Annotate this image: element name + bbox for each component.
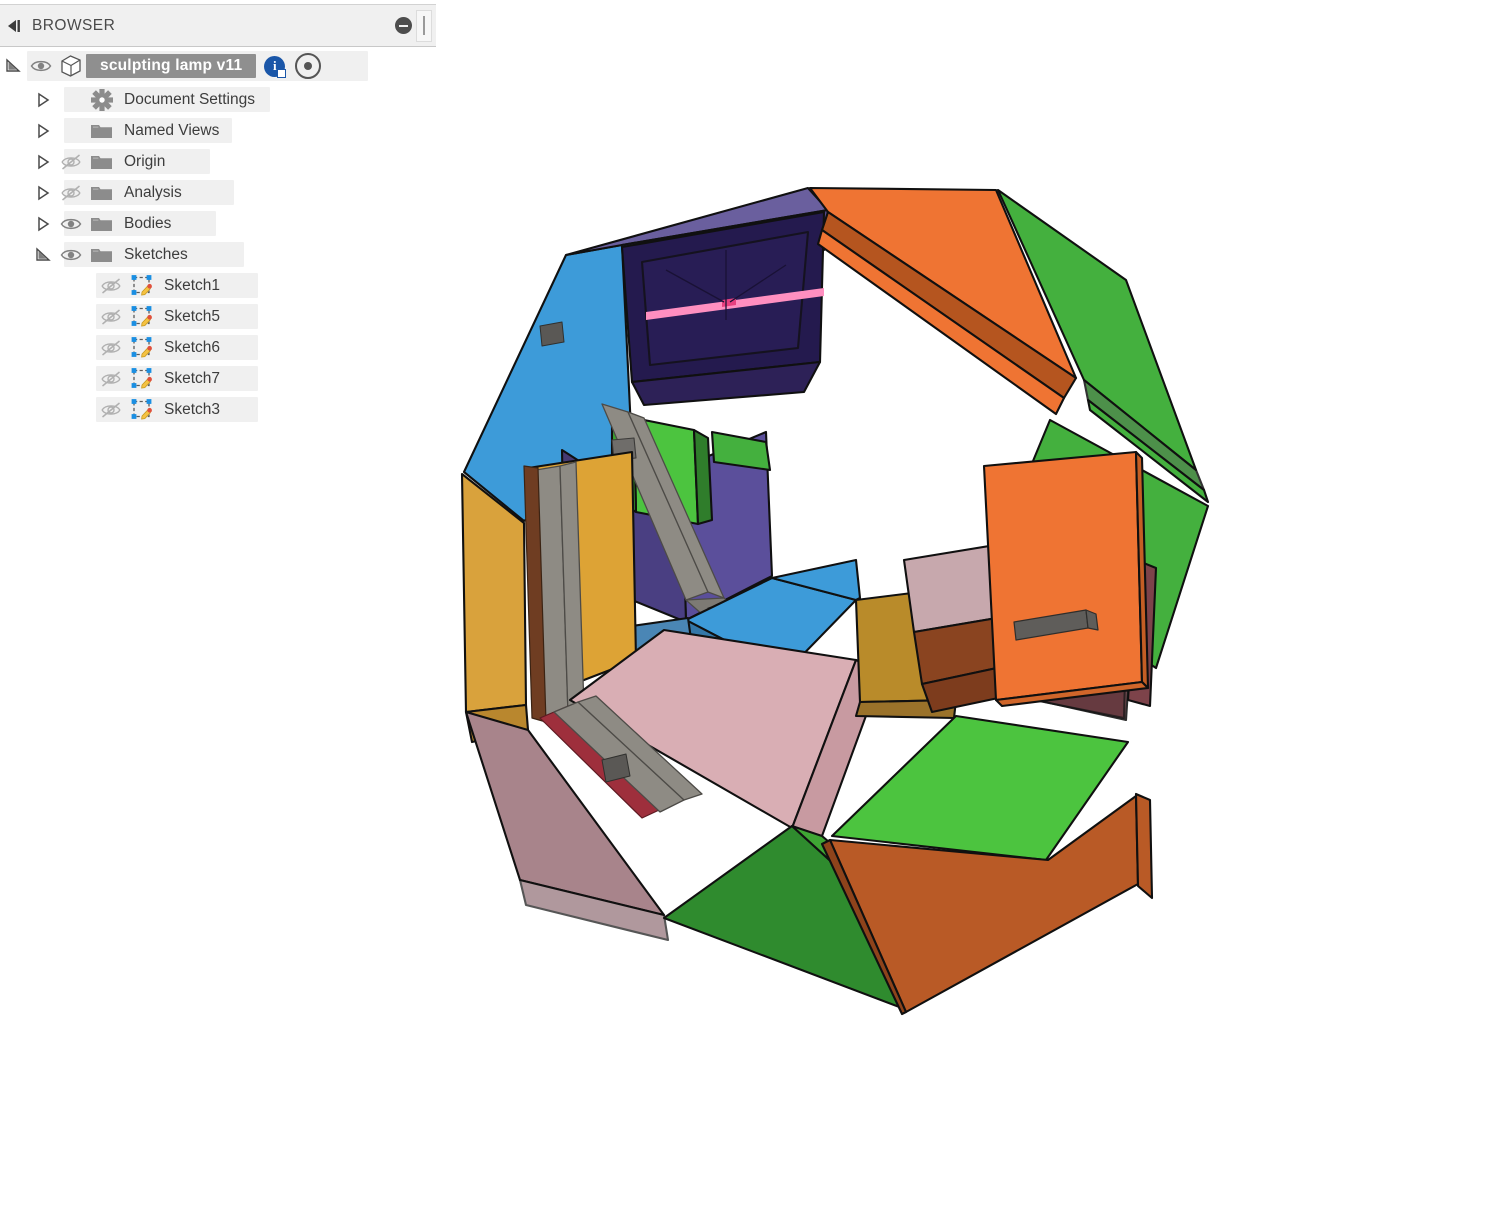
tree-item-label: Sketch1 xyxy=(158,277,232,295)
browser-panel: BROWSER xyxy=(0,0,436,1216)
folder-icon xyxy=(86,152,118,172)
info-badge-letter: i xyxy=(264,56,285,77)
sketch-icon xyxy=(126,367,158,391)
tree-item-label: Sketch7 xyxy=(158,370,232,388)
visibility-toggle-sketch5[interactable] xyxy=(96,308,126,326)
tree-item-label: Sketch5 xyxy=(158,308,232,326)
tree-item-sketch1[interactable]: Sketch1 xyxy=(0,270,436,301)
root-visibility-toggle[interactable] xyxy=(26,58,56,74)
expander-bodies[interactable] xyxy=(30,215,56,233)
tree-item-sketch6[interactable]: Sketch6 xyxy=(0,332,436,363)
visibility-toggle-sketch6[interactable] xyxy=(96,339,126,357)
tree-item-named-views[interactable]: Named Views xyxy=(0,115,436,146)
tree-item-sketch5[interactable]: Sketch5 xyxy=(0,301,436,332)
tree-item-label: Origin xyxy=(118,153,177,171)
folder-icon xyxy=(86,214,118,234)
visibility-toggle-sketch7[interactable] xyxy=(96,370,126,388)
tree-item-sketches[interactable]: Sketches xyxy=(0,239,436,270)
folder-icon xyxy=(86,121,118,141)
expander-analysis[interactable] xyxy=(30,184,56,202)
info-badge-icon[interactable]: i xyxy=(256,56,285,77)
browser-panel-title: BROWSER xyxy=(32,17,395,35)
tree-item-label: Sketch3 xyxy=(158,401,232,419)
folder-icon xyxy=(86,245,118,265)
root-expander-icon[interactable] xyxy=(0,57,26,75)
tree-item-label: Document Settings xyxy=(118,91,267,109)
3d-model-canvas[interactable] xyxy=(436,0,1492,1216)
sketch-icon xyxy=(126,336,158,360)
tree-item-label: Named Views xyxy=(118,122,231,140)
tree-root-row[interactable]: sculpting lamp v11 i xyxy=(0,48,436,84)
tree-item-document-settings[interactable]: Document Settings xyxy=(0,84,436,115)
tree-item-label: Sketches xyxy=(118,246,200,264)
visibility-toggle-bodies[interactable] xyxy=(56,216,86,232)
browser-panel-header: BROWSER xyxy=(0,4,436,47)
sketch-icon xyxy=(126,305,158,329)
tree-item-analysis[interactable]: Analysis xyxy=(0,177,436,208)
tree-item-sketch7[interactable]: Sketch7 xyxy=(0,363,436,394)
lamp-model-graphic xyxy=(436,0,1492,1216)
sketch-icon xyxy=(126,398,158,422)
visibility-toggle-analysis[interactable] xyxy=(56,184,86,202)
root-name-band[interactable]: sculpting lamp v11 xyxy=(86,54,256,78)
visibility-toggle-sketches[interactable] xyxy=(56,247,86,263)
cube-icon xyxy=(56,53,86,79)
tree-item-bodies[interactable]: Bodies xyxy=(0,208,436,239)
gear-icon xyxy=(86,89,118,111)
folder-icon xyxy=(86,183,118,203)
tree-item-list: Document Settings Named Views Origin Analys… xyxy=(0,84,436,425)
sketch-icon xyxy=(126,274,158,298)
tree-item-label: Analysis xyxy=(118,184,194,202)
tree-item-sketch3[interactable]: Sketch3 xyxy=(0,394,436,425)
panel-resize-grip-icon[interactable] xyxy=(416,10,432,42)
expander-named-views[interactable] xyxy=(30,122,56,140)
collapse-left-icon[interactable] xyxy=(0,5,30,46)
circle-minus-icon[interactable] xyxy=(395,17,412,34)
visibility-toggle-sketch1[interactable] xyxy=(96,277,126,295)
browser-tree: sculpting lamp v11 i Document Settings Na… xyxy=(0,48,436,425)
expander-sketches[interactable] xyxy=(30,246,56,264)
visibility-toggle-sketch3[interactable] xyxy=(96,401,126,419)
expander-origin[interactable] xyxy=(30,153,56,171)
expander-document-settings[interactable] xyxy=(30,91,56,109)
tree-item-label: Bodies xyxy=(118,215,183,233)
tree-item-origin[interactable]: Origin xyxy=(0,146,436,177)
tree-item-label: Sketch6 xyxy=(158,339,232,357)
radio-target-icon[interactable] xyxy=(285,53,321,79)
root-label: sculpting lamp v11 xyxy=(86,54,256,78)
visibility-toggle-origin[interactable] xyxy=(56,153,86,171)
